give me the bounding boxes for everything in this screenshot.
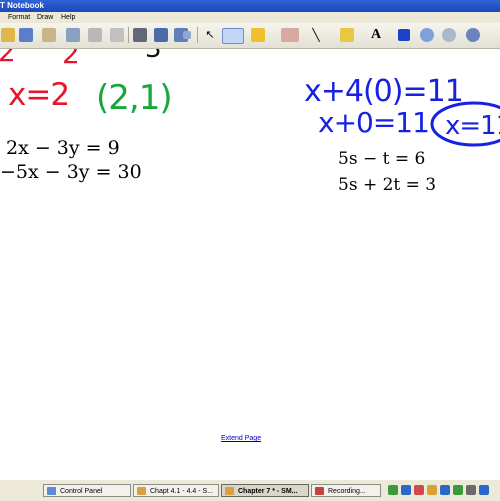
separator <box>128 27 129 43</box>
fill-icon[interactable] <box>398 29 410 41</box>
text-icon[interactable]: A <box>369 28 383 42</box>
task-control-panel[interactable]: Control Panel <box>43 484 131 497</box>
menu-bar: Format Draw Help <box>0 12 500 23</box>
tray-security-icon[interactable] <box>414 485 424 495</box>
tray-update-icon[interactable] <box>479 485 489 495</box>
system2-eq1: 5s − t = 6 <box>338 149 426 169</box>
control-panel-icon <box>47 487 56 495</box>
ink-layer: 2 2 3 x=2 (2,1) x+4(0)=11 x+0=11 x=11 <box>0 49 500 147</box>
task-chapter-7[interactable]: Chapter 7 * - SM... <box>221 484 309 497</box>
notebook-icon <box>225 487 234 495</box>
task-chapt-4-1[interactable]: Chapt 4.1 - 4.4 - S... <box>133 484 219 497</box>
tray-network-icon[interactable] <box>388 485 398 495</box>
save-icon[interactable] <box>19 28 33 42</box>
notebook-icon <box>137 487 146 495</box>
system-tray <box>382 482 500 499</box>
ink-top-black-3: 3 <box>145 49 162 64</box>
pen-icon[interactable] <box>222 28 244 44</box>
line-icon[interactable]: ╲ <box>309 28 323 42</box>
paste-icon[interactable] <box>42 28 56 42</box>
menu-help[interactable]: Help <box>61 12 75 23</box>
properties-icon[interactable] <box>420 28 434 42</box>
record-icon <box>315 487 324 495</box>
tray-smart-icon[interactable] <box>427 485 437 495</box>
system1-eq1: 2x − 3y = 9 <box>6 137 120 159</box>
properties-icon-2[interactable] <box>442 28 456 42</box>
screen-shade-icon[interactable] <box>133 28 147 42</box>
tray-app-icon[interactable] <box>466 485 476 495</box>
select-icon[interactable]: ↖ <box>203 28 217 42</box>
ink-red-x-equals-2: x=2 <box>8 77 69 113</box>
ink-blue-line2: x+0=11 <box>318 106 429 139</box>
notebook-page[interactable]: 2 2 3 x=2 (2,1) x+4(0)=11 x+0=11 x=11 2x… <box>0 49 500 479</box>
title-bar: T Notebook <box>0 0 500 12</box>
tray-battery-icon[interactable] <box>440 485 450 495</box>
task-recording[interactable]: Recording... <box>311 484 381 497</box>
open-icon[interactable] <box>1 28 15 42</box>
system2-eq2: 5s + 2t = 3 <box>338 175 437 195</box>
ink-top-mid-2: 2 <box>62 49 80 70</box>
table-icon[interactable] <box>183 31 191 39</box>
separator <box>197 27 198 43</box>
ink-blue-circled: x=11 <box>445 111 500 141</box>
toolbar: ↖ ╲ A <box>0 23 500 49</box>
extend-page-link[interactable]: Extend Page <box>221 435 261 442</box>
ink-top-left-2: 2 <box>0 49 16 68</box>
ink-green-point: (2,1) <box>96 78 172 118</box>
menu-draw[interactable]: Draw <box>37 12 53 23</box>
tray-bluetooth-icon[interactable] <box>401 485 411 495</box>
delete-icon[interactable] <box>110 28 124 42</box>
system1-eq2: −5x − 3y = 30 <box>0 161 142 183</box>
ink-blue-line1: x+4(0)=11 <box>304 74 463 109</box>
undo-icon[interactable] <box>66 28 80 42</box>
menu-format[interactable]: Format <box>8 12 30 23</box>
tray-volume-icon[interactable] <box>453 485 463 495</box>
window-title: T Notebook <box>0 1 44 10</box>
move-toolbar-icon[interactable] <box>466 28 480 42</box>
creative-pen-icon[interactable] <box>251 28 265 42</box>
shape-icon[interactable] <box>340 28 354 42</box>
full-screen-icon[interactable] <box>154 28 168 42</box>
redo-icon[interactable] <box>88 28 102 42</box>
taskbar: Control Panel Chapt 4.1 - 4.4 - S... Cha… <box>0 479 500 501</box>
eraser-icon[interactable] <box>281 28 299 42</box>
